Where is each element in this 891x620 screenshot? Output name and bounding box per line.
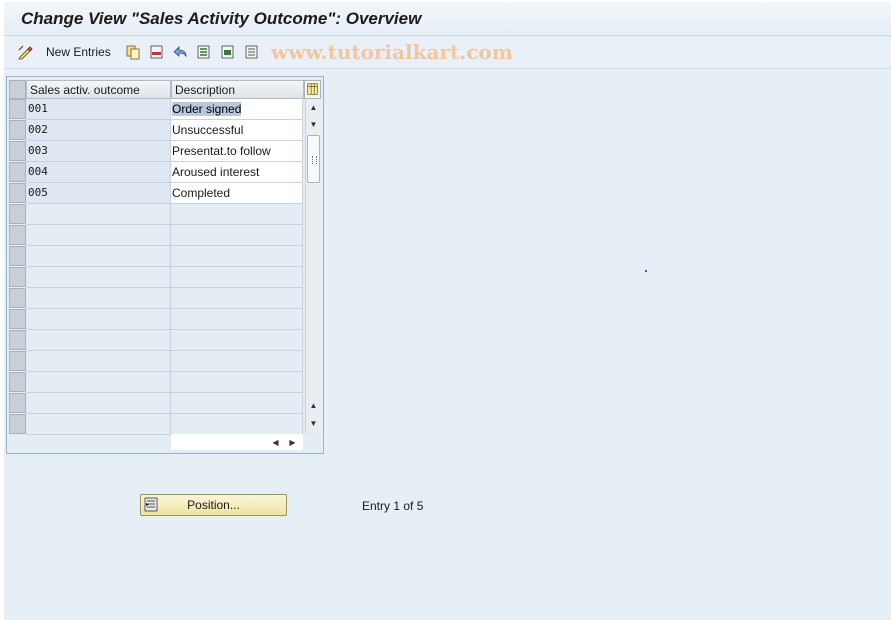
cell-sales-activ-outcome: 005 [26, 183, 171, 204]
copy-icon[interactable] [125, 44, 141, 60]
cell-description[interactable]: Aroused interest [171, 162, 303, 183]
cell-description [171, 204, 303, 225]
cell-description [171, 372, 303, 393]
row-selector[interactable] [9, 183, 26, 203]
cell-sales-activ-outcome: 002 [26, 120, 171, 141]
row-selector[interactable] [9, 351, 26, 371]
scroll-thumb[interactable] [307, 135, 320, 183]
cell-description [171, 393, 303, 414]
row-selector[interactable] [9, 141, 26, 161]
cell-description [171, 330, 303, 351]
table-control: Sales activ. outcome Description 001 Orde… [6, 76, 324, 454]
scroll-up-icon[interactable]: ▲ [306, 99, 321, 115]
cell-sales-activ-outcome: 001 [26, 99, 171, 120]
row-selector[interactable] [9, 246, 26, 266]
row-selector[interactable] [9, 162, 26, 182]
row-selector[interactable] [9, 309, 26, 329]
cell-description-text: Unsuccessful [172, 123, 244, 137]
sap-window: Change View "Sales Activity Outcome": Ov… [4, 2, 891, 620]
row-selector[interactable] [9, 393, 26, 413]
position-icon [144, 497, 158, 512]
row-selector[interactable] [9, 120, 26, 140]
scroll-left-icon[interactable]: ◀ [268, 434, 283, 450]
select-all-rows-button[interactable] [9, 80, 26, 99]
deselect-all-icon[interactable] [244, 44, 260, 60]
cell-sales-activ-outcome: 004 [26, 162, 171, 183]
row-selector[interactable] [9, 204, 26, 224]
cell-sales-activ-outcome [26, 267, 171, 288]
column-header-description[interactable]: Description [171, 80, 304, 99]
row-selector[interactable] [9, 99, 26, 119]
row-selector[interactable] [9, 267, 26, 287]
row-selector[interactable] [9, 288, 26, 308]
cell-description [171, 414, 303, 435]
column-header-sales-activ-outcome[interactable]: Sales activ. outcome [26, 80, 171, 99]
cell-sales-activ-outcome [26, 204, 171, 225]
cell-description[interactable]: Unsuccessful [171, 120, 303, 141]
cell-sales-activ-outcome [26, 246, 171, 267]
cell-description[interactable]: Completed [171, 183, 303, 204]
cell-description-text: Order signed [172, 102, 242, 116]
stray-dot [645, 270, 647, 272]
title-bar: Change View "Sales Activity Outcome": Ov… [4, 2, 891, 36]
scroll-page-down-icon[interactable]: ▼ [306, 116, 321, 132]
cell-sales-activ-outcome [26, 225, 171, 246]
cell-sales-activ-outcome [26, 393, 171, 414]
cell-description [171, 309, 303, 330]
cell-description [171, 351, 303, 372]
change-display-icon[interactable] [17, 44, 33, 60]
cell-description [171, 267, 303, 288]
cell-description [171, 288, 303, 309]
row-selector[interactable] [9, 225, 26, 245]
application-toolbar: New Entries www.tutorialkart.com [4, 37, 891, 69]
cell-description[interactable]: Presentat.to follow [171, 141, 303, 162]
row-selector[interactable] [9, 372, 26, 392]
cell-sales-activ-outcome [26, 309, 171, 330]
vertical-scrollbar[interactable]: ▲ ▼ ▲ ▼ [305, 99, 321, 433]
position-button-label: Position... [187, 498, 240, 512]
new-entries-button[interactable]: New Entries [46, 45, 111, 59]
cell-sales-activ-outcome [26, 372, 171, 393]
entry-counter: Entry 1 of 5 [362, 499, 424, 513]
cell-sales-activ-outcome [26, 330, 171, 351]
position-button[interactable]: Position... [140, 494, 287, 516]
cell-sales-activ-outcome [26, 414, 171, 435]
cell-description [171, 246, 303, 267]
undo-icon[interactable] [172, 44, 188, 60]
cell-sales-activ-outcome [26, 288, 171, 309]
cell-description-text: Completed [172, 186, 231, 200]
scroll-down-icon[interactable]: ▼ [306, 415, 321, 431]
select-block-icon[interactable] [220, 44, 236, 60]
cell-description [171, 225, 303, 246]
horizontal-scrollbar[interactable]: ◀ ▶ [171, 434, 303, 450]
cell-sales-activ-outcome [26, 351, 171, 372]
page-title: Change View "Sales Activity Outcome": Ov… [21, 9, 422, 28]
watermark-text: www.tutorialkart.com [271, 40, 513, 64]
select-all-icon[interactable] [196, 44, 212, 60]
cell-sales-activ-outcome: 003 [26, 141, 171, 162]
cell-description-text: Presentat.to follow [172, 144, 271, 158]
scroll-page-up-icon[interactable]: ▲ [306, 397, 321, 413]
row-selector[interactable] [9, 330, 26, 350]
scroll-right-icon[interactable]: ▶ [285, 434, 300, 450]
table-settings-icon[interactable] [304, 80, 321, 99]
cell-description-text: Aroused interest [172, 165, 260, 179]
delete-icon[interactable] [149, 44, 165, 60]
cell-description[interactable]: Order signed [171, 99, 303, 120]
row-selector[interactable] [9, 414, 26, 434]
